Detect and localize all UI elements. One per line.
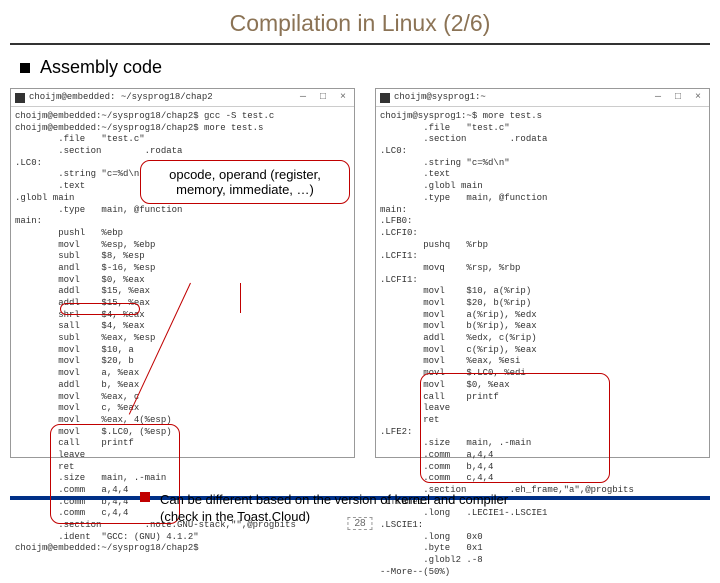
window-controls[interactable]: — □ × [300, 91, 350, 104]
callout-connector-1 [240, 283, 241, 313]
terminal-area: choijm@embedded: ~/sysprog18/chap2 — □ ×… [10, 88, 710, 458]
highlight-opcode-line [60, 303, 140, 315]
note-line2: (check in the Toast.Cloud) [160, 509, 508, 526]
terminal-left: choijm@embedded: ~/sysprog18/chap2 — □ ×… [10, 88, 355, 458]
note-line1: Can be different based on the version of… [160, 492, 508, 509]
callout-line1: opcode, operand (register, [151, 167, 339, 182]
terminal-icon [15, 93, 25, 103]
square-bullet-red-icon [140, 492, 150, 502]
callout-line2: memory, immediate, …) [151, 182, 339, 197]
terminal-right-titlebar: choijm@sysprog1:~ — □ × [376, 89, 709, 107]
terminal-left-titlebar: choijm@embedded: ~/sysprog18/chap2 — □ × [11, 89, 354, 107]
highlight-right-block [420, 373, 610, 483]
square-bullet-icon [20, 63, 30, 73]
note-row: Can be different based on the version of… [140, 492, 508, 526]
terminal-left-title: choijm@embedded: ~/sysprog18/chap2 [29, 92, 213, 104]
title-underline [10, 43, 710, 45]
callout-box: opcode, operand (register, memory, immed… [140, 160, 350, 204]
main-bullet-row: Assembly code [0, 53, 720, 88]
slide-title: Compilation in Linux (2/6) [0, 0, 720, 43]
terminal-right-title: choijm@sysprog1:~ [394, 92, 486, 104]
window-controls[interactable]: — □ × [655, 91, 705, 104]
note-text: Can be different based on the version of… [160, 492, 508, 526]
main-bullet-text: Assembly code [40, 57, 162, 78]
terminal-icon [380, 93, 390, 103]
